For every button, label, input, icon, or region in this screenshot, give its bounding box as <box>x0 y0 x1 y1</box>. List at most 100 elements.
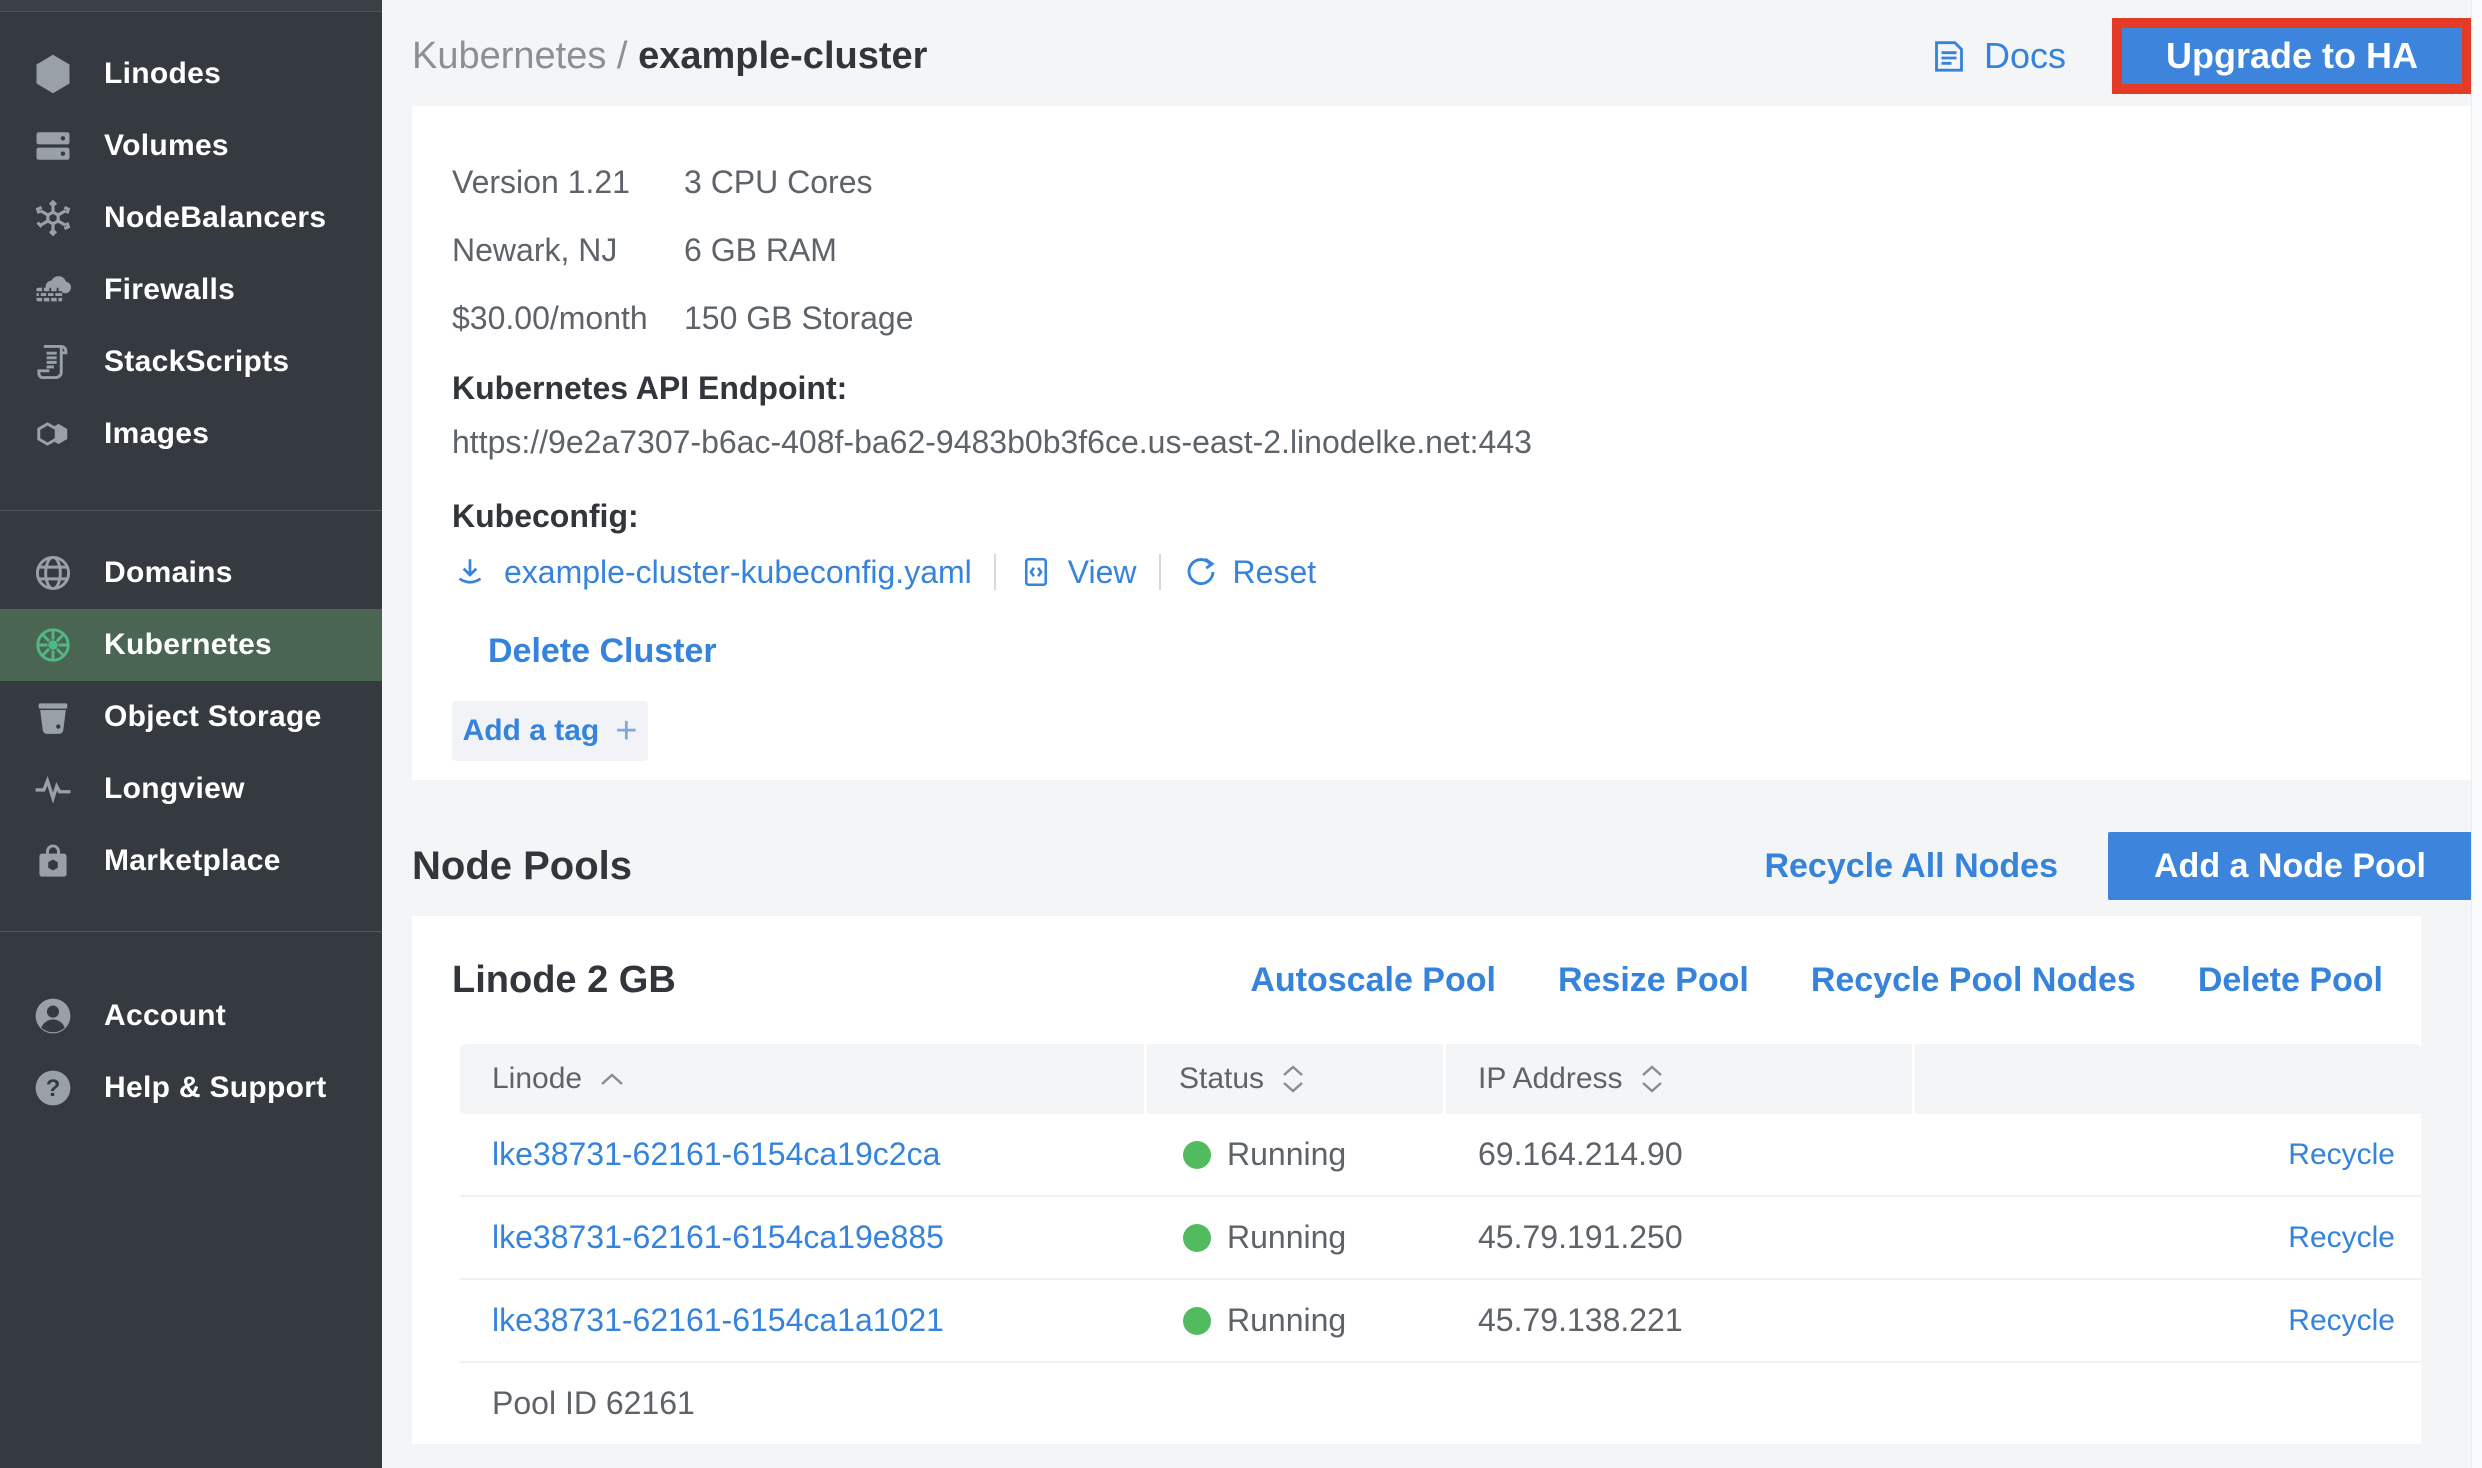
pool-nodes-table: Linode Status IP Address lke38731-62161-… <box>460 1044 2421 1444</box>
node-link[interactable]: lke38731-62161-6154ca19e885 <box>492 1219 944 1255</box>
sidebar-item-volumes[interactable]: Volumes <box>0 110 382 182</box>
reset-kubeconfig-link[interactable]: Reset <box>1183 554 1317 591</box>
cluster-ram: 6 GB RAM <box>684 232 837 269</box>
column-label: IP Address <box>1478 1062 1623 1096</box>
sidebar-item-longview[interactable]: Longview <box>0 753 382 825</box>
kubeconfig-file-link[interactable]: example-cluster-kubeconfig.yaml <box>504 554 972 591</box>
status-text: Running <box>1227 1136 1346 1173</box>
reset-label: Reset <box>1233 554 1317 591</box>
sidebar-item-help-support[interactable]: ? Help & Support <box>0 1052 382 1124</box>
node-link[interactable]: lke38731-62161-6154ca19c2ca <box>492 1136 940 1172</box>
sidebar-item-linodes[interactable]: Linodes <box>0 38 382 110</box>
status-running-dot <box>1183 1224 1211 1252</box>
table-header: Linode Status IP Address <box>460 1044 2421 1114</box>
status-cell: Running <box>1147 1219 1446 1256</box>
sidebar-item-label: Linodes <box>104 57 221 91</box>
sidebar-item-label: Firewalls <box>104 273 235 307</box>
node-link[interactable]: lke38731-62161-6154ca1a1021 <box>492 1302 944 1338</box>
download-icon[interactable] <box>452 554 488 590</box>
upgrade-to-ha-button[interactable]: Upgrade to HA <box>2122 28 2462 84</box>
sidebar-group-compute: Linodes Volumes NodeBalancers <box>0 38 382 470</box>
breadcrumb-current: example-cluster <box>638 35 927 77</box>
nodebalancers-icon <box>31 196 75 240</box>
main-content: Kubernetes / example-cluster Docs Upgrad… <box>382 0 2482 1468</box>
resize-pool-link[interactable]: Resize Pool <box>1558 961 1749 1000</box>
linodes-icon <box>31 52 75 96</box>
sidebar-item-firewalls[interactable]: Firewalls <box>0 254 382 326</box>
view-label: View <box>1068 554 1137 591</box>
sort-asc-icon <box>600 1073 624 1086</box>
recycle-all-nodes-link[interactable]: Recycle All Nodes <box>1764 847 2058 886</box>
sidebar-divider <box>0 931 382 932</box>
plus-icon: + <box>615 712 637 750</box>
sidebar-item-nodebalancers[interactable]: NodeBalancers <box>0 182 382 254</box>
sidebar-item-domains[interactable]: Domains <box>0 537 382 609</box>
sidebar-item-label: NodeBalancers <box>104 201 326 235</box>
delete-cluster-button[interactable]: Delete Cluster <box>488 632 717 671</box>
linode-cloud-manager: Linodes Volumes NodeBalancers <box>0 0 2482 1468</box>
recycle-pool-nodes-link[interactable]: Recycle Pool Nodes <box>1811 961 2136 1000</box>
sidebar-item-label: Marketplace <box>104 844 281 878</box>
status-text: Running <box>1227 1302 1346 1339</box>
scrollbar-track[interactable] <box>2471 0 2482 1468</box>
status-cell: Running <box>1147 1136 1446 1173</box>
column-label: Linode <box>492 1062 582 1096</box>
breadcrumb: Kubernetes / example-cluster <box>412 35 927 78</box>
divider <box>1159 554 1161 590</box>
sidebar-item-account[interactable]: Account <box>0 980 382 1052</box>
spec-row: Version 1.21 3 CPU Cores <box>452 148 2432 216</box>
table-row: lke38731-62161-6154ca19e885 Running 45.7… <box>460 1197 2421 1280</box>
api-endpoint-url: https://9e2a7307-b6ac-408f-ba62-9483b0b3… <box>452 420 2432 464</box>
view-kubeconfig-link[interactable]: View <box>1018 554 1137 591</box>
recycle-node-link[interactable]: Recycle <box>2288 1221 2395 1254</box>
kubeconfig-label: Kubeconfig: <box>452 494 2432 538</box>
column-header-ip-address[interactable]: IP Address <box>1446 1044 1912 1114</box>
shopping-bag-icon <box>31 839 75 883</box>
sidebar-item-images[interactable]: Images <box>0 398 382 470</box>
sidebar-item-label: Images <box>104 417 209 451</box>
kubeconfig-row: example-cluster-kubeconfig.yaml View <box>452 548 2432 596</box>
recycle-node-link[interactable]: Recycle <box>2288 1304 2395 1337</box>
delete-pool-link[interactable]: Delete Pool <box>2198 961 2383 1000</box>
column-label: Status <box>1179 1062 1264 1096</box>
pool-card-header: Linode 2 GB Autoscale Pool Resize Pool R… <box>412 916 2421 1044</box>
stackscripts-icon <box>31 340 75 384</box>
sidebar-item-marketplace[interactable]: Marketplace <box>0 825 382 897</box>
sort-icon <box>1641 1064 1663 1094</box>
docs-label: Docs <box>1984 35 2066 77</box>
question-icon: ? <box>31 1066 75 1110</box>
sidebar-top-strip <box>0 0 382 12</box>
add-node-pool-button[interactable]: Add a Node Pool <box>2108 832 2472 900</box>
add-tag-button[interactable]: Add a tag + <box>452 701 648 761</box>
sidebar-group-account: Account ? Help & Support <box>0 980 382 1124</box>
upgrade-highlight-box: Upgrade to HA <box>2112 18 2472 94</box>
sidebar-item-label: Domains <box>104 556 233 590</box>
sidebar-item-stackscripts[interactable]: StackScripts <box>0 326 382 398</box>
reset-refresh-icon <box>1183 554 1219 590</box>
images-icon <box>31 412 75 456</box>
cluster-summary-card: Version 1.21 3 CPU Cores Newark, NJ 6 GB… <box>412 106 2472 780</box>
sidebar: Linodes Volumes NodeBalancers <box>0 0 382 1468</box>
ip-address: 45.79.138.221 <box>1446 1302 1915 1339</box>
docs-link[interactable]: Docs <box>1929 35 2066 77</box>
autoscale-pool-link[interactable]: Autoscale Pool <box>1250 961 1496 1000</box>
column-header-linode[interactable]: Linode <box>460 1044 1144 1114</box>
node-pools-title: Node Pools <box>412 844 1764 889</box>
sidebar-item-label: Longview <box>104 772 245 806</box>
breadcrumb-root[interactable]: Kubernetes <box>412 35 606 77</box>
sidebar-item-object-storage[interactable]: Object Storage <box>0 681 382 753</box>
kubernetes-helm-icon <box>31 623 75 667</box>
sidebar-item-kubernetes[interactable]: Kubernetes <box>0 609 382 681</box>
add-tag-label: Add a tag <box>463 714 600 748</box>
sidebar-item-label: Help & Support <box>104 1071 327 1105</box>
globe-icon <box>31 551 75 595</box>
breadcrumb-separator: / <box>606 35 638 77</box>
recycle-node-link[interactable]: Recycle <box>2288 1138 2395 1171</box>
header-actions: Docs Upgrade to HA <box>1929 18 2472 94</box>
pool-id: Pool ID 62161 <box>460 1363 2421 1444</box>
column-header-status[interactable]: Status <box>1147 1044 1443 1114</box>
sidebar-item-label: StackScripts <box>104 345 289 379</box>
cluster-storage: 150 GB Storage <box>684 300 913 337</box>
ip-address: 69.164.214.90 <box>1446 1136 1915 1173</box>
person-icon <box>31 994 75 1038</box>
